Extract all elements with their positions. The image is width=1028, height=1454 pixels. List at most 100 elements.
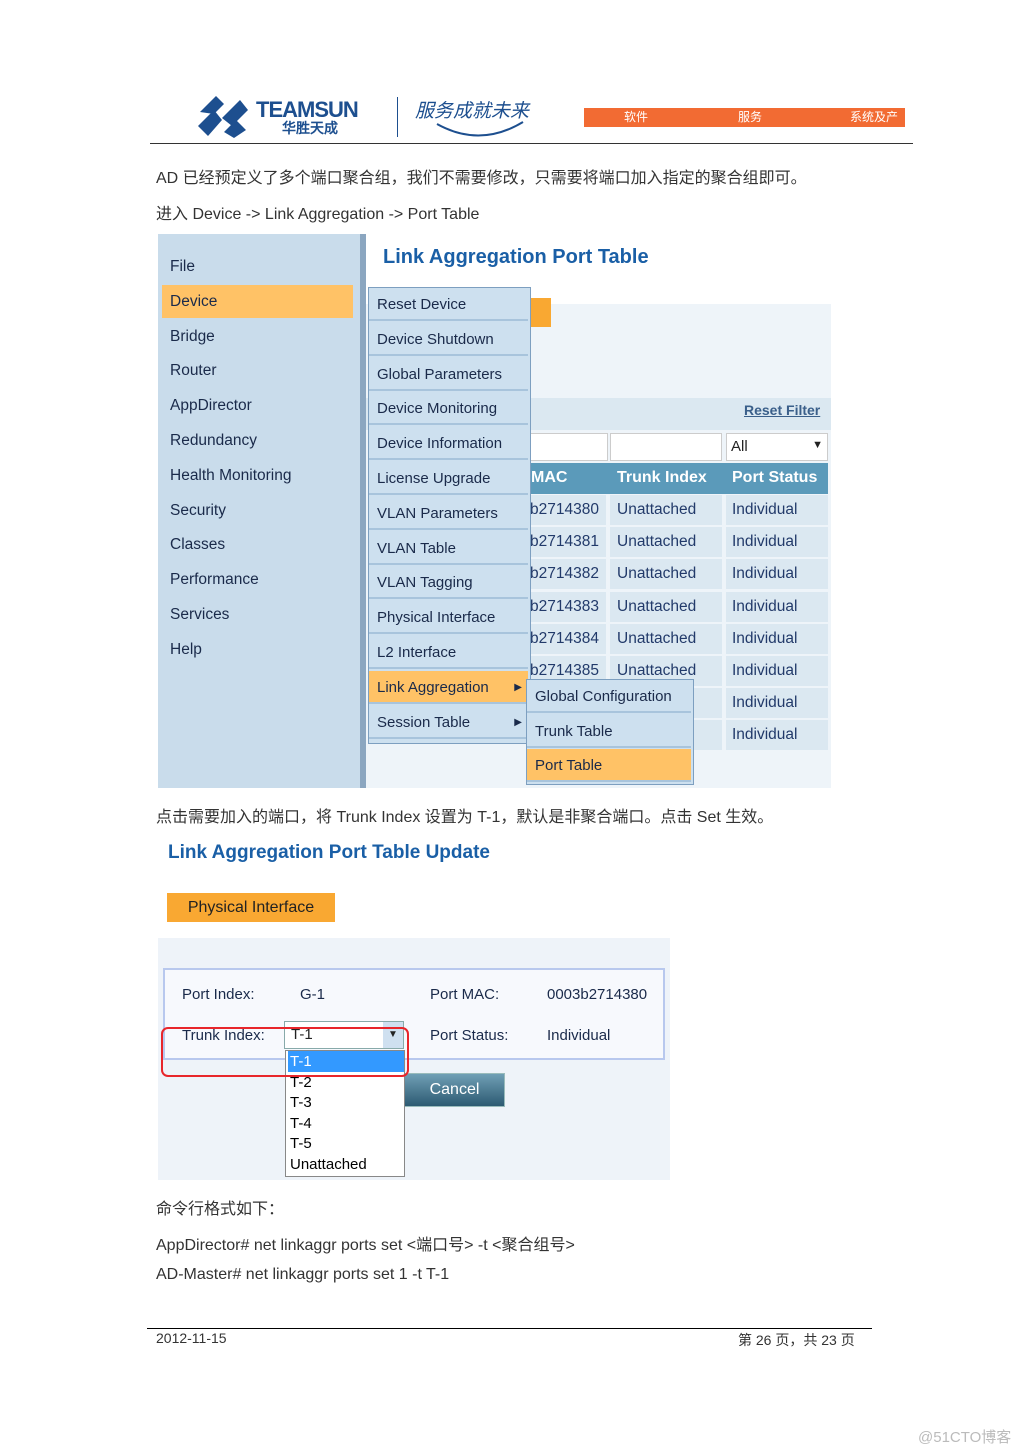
trunk-index-cell: Unattached — [617, 501, 697, 518]
filter-select-value: All — [731, 438, 748, 455]
port-status-cell: Individual — [732, 629, 798, 647]
menu-item[interactable]: VLAN Table — [369, 532, 528, 565]
trunk-index-cell: Unattached — [617, 597, 697, 615]
footer-date: 2012-11-15 — [156, 1330, 227, 1346]
table-row[interactable]: b2714384 Unattached Individual — [530, 623, 828, 654]
menu-item[interactable]: Link Aggregation ▶ — [369, 670, 528, 704]
trunk-index-cell: Unattached — [617, 565, 697, 583]
submenu-item[interactable]: Port Table — [527, 749, 691, 783]
device-menu: Reset Device Device Shutdown Global Parame… — [368, 287, 531, 744]
tab-physical-interface[interactable]: Physical Interface — [167, 893, 335, 922]
logo-cn: 华胜天成 — [282, 120, 338, 136]
page-title: Link Aggregation Port Table — [383, 246, 649, 268]
menu-item[interactable]: L2 Interface — [369, 636, 528, 669]
header-rule — [150, 143, 913, 144]
port-mac-value: 0003b2714380 — [547, 986, 648, 1003]
submenu-item[interactable]: Global Configuration — [527, 680, 691, 713]
sidebar-item[interactable]: Router — [170, 362, 217, 380]
trunk-option[interactable]: Unattached — [288, 1154, 404, 1175]
port-status-value: Individual — [547, 1027, 611, 1044]
mac-cell: b2714380 — [530, 501, 599, 518]
submenu-item[interactable]: Trunk Table — [527, 715, 691, 748]
sidebar-item[interactable]: Bridge — [170, 328, 215, 346]
teamsun-logo-icon — [198, 96, 248, 138]
menu-item[interactable]: VLAN Tagging — [369, 566, 528, 600]
menu-item[interactable]: Device Information — [369, 427, 528, 461]
dropdown-arrow-icon: ▼ — [812, 439, 823, 451]
menu-item[interactable]: Session Table ▶ — [369, 706, 528, 739]
sidebar-item[interactable]: Performance — [170, 571, 259, 589]
trunk-option[interactable]: T-4 — [288, 1113, 404, 1134]
port-status-cell: Individual — [732, 597, 798, 615]
menu-item[interactable]: License Upgrade — [369, 462, 528, 495]
reset-filter-link[interactable]: Reset Filter — [744, 402, 820, 418]
port-index-label: Port Index: — [182, 986, 255, 1003]
mac-cell: b2714383 — [530, 597, 599, 615]
sidebar-splitter[interactable] — [360, 234, 366, 788]
column-header[interactable]: MAC — [531, 469, 567, 487]
cli-line: AppDirector# net linkaggr ports set <端口号… — [156, 1237, 575, 1254]
sidebar-item[interactable]: Health Monitoring — [170, 467, 291, 485]
table-row[interactable]: b2714380 Unattached Individual — [530, 495, 828, 525]
header-nav-bar: 软件 服务 系统及产 — [584, 108, 905, 127]
port-mac-label: Port MAC: — [430, 986, 500, 1003]
step-text: 点击需要加入的端口，将 Trunk Index 设置为 T-1，默认是非聚合端口… — [156, 809, 774, 826]
watermark: @51CTO博客 — [918, 1429, 1012, 1446]
nav-item[interactable]: 服务 — [738, 108, 762, 127]
port-status-cell: Individual — [732, 533, 798, 551]
filter-trunk-input[interactable] — [610, 433, 722, 461]
table-header: MAC Trunk Index Port Status — [530, 463, 828, 494]
document-page: TEAMSUN 华胜天成 服务成就未来 软件 服务 系统及产 AD 已经预定义了… — [0, 0, 1028, 1454]
sidebar-item[interactable]: Redundancy — [170, 432, 257, 450]
table-row[interactable]: b2714382 Unattached Individual — [530, 559, 828, 590]
sidebar-item[interactable]: Device — [170, 293, 217, 311]
trunk-option[interactable]: T-5 — [288, 1133, 404, 1154]
submenu-arrow-icon: ▶ — [514, 716, 522, 728]
filter-status-select[interactable]: All ▼ — [726, 433, 828, 461]
logo-divider — [397, 97, 398, 137]
menu-item[interactable]: Device Shutdown — [369, 323, 528, 356]
port-status-cell: Individual — [732, 726, 798, 744]
filter-mac-input[interactable] — [530, 433, 608, 461]
cli-line: AD-Master# net linkaggr ports set 1 -t T… — [156, 1266, 450, 1283]
table-row[interactable]: b2714383 Unattached Individual — [530, 591, 828, 622]
trunk-index-cell: Unattached — [617, 533, 697, 551]
screenshot-port-table: File Device Bridge Router AppDirector Redunda… — [158, 234, 831, 788]
nav-item[interactable]: 软件 — [624, 108, 648, 127]
menu-item[interactable]: Global Parameters — [369, 358, 528, 391]
footer-rule — [147, 1328, 872, 1329]
port-status-cell: Individual — [732, 694, 798, 712]
trunk-index-cell: Unattached — [617, 629, 697, 647]
column-header[interactable]: Trunk Index — [617, 469, 707, 487]
trunk-option[interactable]: T-3 — [288, 1092, 404, 1113]
menu-item[interactable]: Reset Device — [369, 288, 528, 321]
nav-item[interactable]: 系统及产 — [850, 108, 898, 127]
mac-cell: b2714382 — [530, 565, 599, 583]
sidebar-item[interactable]: Classes — [170, 536, 225, 554]
slogan: 服务成就未来 — [415, 100, 530, 122]
link-aggregation-submenu: Global Configuration Trunk Table Port Tabl… — [526, 679, 694, 785]
submenu-arrow-icon: ▶ — [514, 681, 522, 693]
port-index-value: G-1 — [300, 986, 326, 1003]
port-status-cell: Individual — [732, 501, 798, 518]
menu-item[interactable]: Device Monitoring — [369, 392, 528, 426]
sidebar-item[interactable]: AppDirector — [170, 397, 252, 415]
column-header[interactable]: Port Status — [732, 469, 817, 487]
menu-item[interactable]: VLAN Parameters — [369, 497, 528, 530]
sidebar-item[interactable]: Services — [170, 606, 229, 624]
port-status-label: Port Status: — [430, 1027, 509, 1044]
mac-cell: b2714384 — [530, 629, 599, 647]
menu-item[interactable]: Physical Interface — [369, 601, 528, 635]
port-status-cell: Individual — [732, 662, 798, 679]
port-status-cell: Individual — [732, 565, 798, 583]
mac-cell: b2714381 — [530, 533, 599, 551]
sidebar-item[interactable]: Security — [170, 502, 226, 520]
sidebar-item[interactable]: Help — [170, 641, 202, 659]
sidebar-item[interactable]: File — [170, 258, 195, 276]
update-title: Link Aggregation Port Table Update — [168, 842, 490, 863]
footer-page: 第 26 页，共 23 页 — [738, 1332, 855, 1348]
cancel-button[interactable]: Cancel — [404, 1073, 505, 1107]
intro-line: 进入 Device -> Link Aggregation -> Port Ta… — [156, 206, 480, 223]
table-row[interactable]: b2714381 Unattached Individual — [530, 527, 828, 558]
highlight-box — [161, 1027, 409, 1077]
